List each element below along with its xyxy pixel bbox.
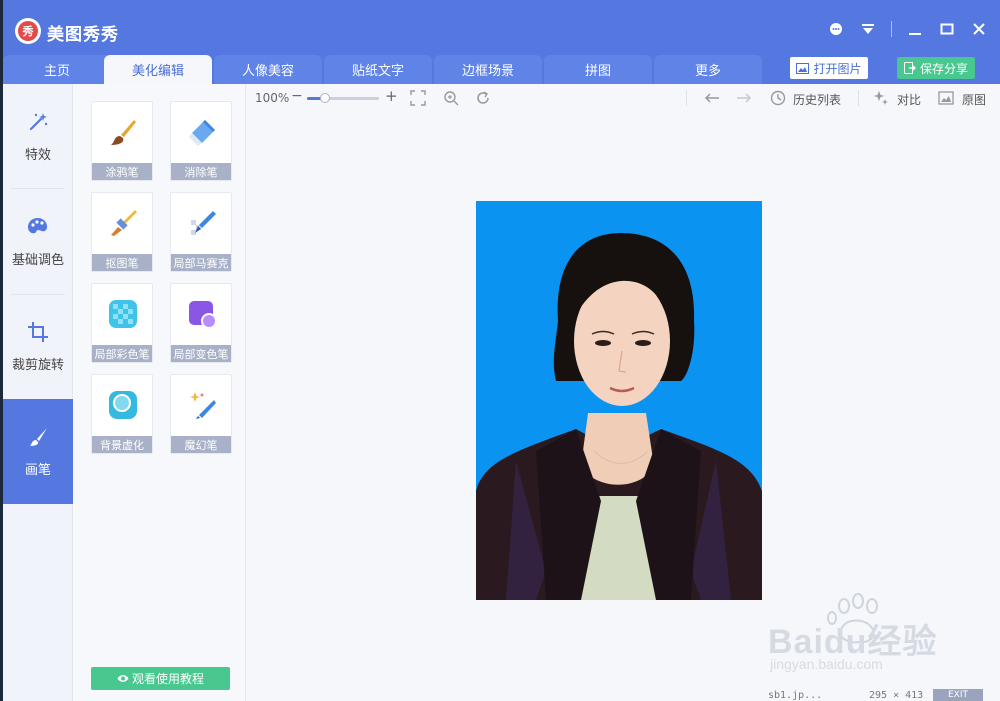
tool-graffiti-pen[interactable]: 涂鸦笔 (91, 101, 153, 181)
tool-label: 局部变色笔 (171, 345, 231, 362)
tab-more[interactable]: 更多 (654, 55, 762, 84)
zoom-in-icon[interactable]: + (385, 87, 398, 105)
color-change-icon (187, 299, 217, 329)
image-size: 295 × 413 (869, 690, 924, 701)
blur-bg-icon (108, 390, 138, 420)
portrait-photo (476, 201, 762, 600)
tab-portrait[interactable]: 人像美容 (214, 55, 322, 84)
tool-label: 背景虚化 (92, 436, 152, 453)
maximize-icon[interactable] (938, 20, 956, 38)
app-title: 美图秀秀 (47, 25, 119, 45)
divider (891, 21, 892, 37)
main-tabs: 主页 美化编辑 人像美容 贴纸文字 边框场景 拼图 更多 打开图片 保存分享 (3, 52, 1000, 84)
fit-screen-icon[interactable] (410, 90, 426, 106)
tool-label: 消除笔 (171, 163, 231, 180)
canvas-toolbar: 100% − + 历史列表 对比 原图 (246, 84, 1000, 112)
close-icon[interactable] (970, 20, 988, 38)
nav-brush-label: 画笔 (24, 463, 51, 478)
tab-beautify-edit[interactable]: 美化编辑 (104, 55, 212, 84)
image-icon (796, 62, 810, 74)
chat-icon[interactable] (827, 20, 845, 38)
nav-crop-rotate[interactable]: 裁剪旋转 (3, 294, 73, 399)
nav-effects-label: 特效 (24, 148, 51, 163)
tutorial-label: 观看使用教程 (131, 672, 204, 686)
nav-basic-color[interactable]: 基础调色 (3, 189, 73, 294)
color-checker-icon (108, 299, 138, 329)
export-icon (903, 62, 916, 74)
title-bar[interactable]: 秀 美图秀秀 (3, 0, 1000, 52)
magic-wand-icon (26, 110, 50, 134)
compare-icon[interactable] (873, 90, 889, 106)
cutout-brush-icon (108, 208, 138, 238)
tool-background-blur[interactable]: 背景虚化 (91, 374, 153, 454)
nav-effects[interactable]: 特效 (3, 84, 73, 189)
redo-icon[interactable] (736, 90, 752, 106)
rotate-icon[interactable] (475, 90, 491, 106)
tab-frames-scenes[interactable]: 边框场景 (434, 55, 542, 84)
zoom-slider-knob[interactable] (320, 93, 330, 103)
palette-icon (26, 215, 50, 239)
zoom-out-icon[interactable]: − (291, 88, 303, 104)
history-list-button[interactable]: 历史列表 (793, 91, 841, 108)
crop-icon (26, 320, 50, 344)
tool-magic-pen[interactable]: 魔幻笔 (170, 374, 232, 454)
nav-crop-rotate-label: 裁剪旋转 (11, 358, 64, 373)
tool-label: 抠图笔 (92, 254, 152, 271)
brush-icon (26, 425, 50, 449)
history-icon[interactable] (770, 90, 786, 106)
original-image-icon[interactable] (938, 90, 954, 106)
tab-stickers-text[interactable]: 贴纸文字 (324, 55, 432, 84)
tab-home[interactable]: 主页 (3, 55, 111, 84)
zoom-level: 100% (255, 91, 290, 105)
watch-tutorial-button[interactable]: 观看使用教程 (91, 667, 230, 690)
mosaic-pen-icon (187, 208, 217, 238)
tool-cutout-pen[interactable]: 抠图笔 (91, 192, 153, 272)
divider (858, 90, 859, 106)
paintbrush-icon (108, 117, 138, 147)
baidu-watermark: Baidu经验 jingyan.baidu.com (766, 590, 966, 680)
compare-button[interactable]: 对比 (897, 91, 921, 108)
watermark-url: jingyan.baidu.com (770, 656, 883, 672)
tool-label: 局部马赛克 (171, 254, 231, 271)
open-image-label: 打开图片 (813, 61, 862, 76)
zoom-slider[interactable] (307, 93, 379, 103)
nav-basic-color-label: 基础调色 (11, 253, 64, 268)
exit-button[interactable]: EXIT (933, 689, 983, 701)
tab-collage[interactable]: 拼图 (544, 55, 652, 84)
actual-size-icon[interactable] (443, 90, 459, 106)
eraser-icon (187, 117, 217, 147)
original-image-button[interactable]: 原图 (962, 91, 986, 108)
left-nav: 特效 基础调色 裁剪旋转 画笔 (3, 84, 73, 701)
tool-mosaic-pen[interactable]: 局部马赛克 (170, 192, 232, 272)
tool-panel: 涂鸦笔 消除笔 抠图笔 局部马赛克 局部彩色笔 局部变色笔 背景虚化 魔幻笔 观… (73, 84, 246, 701)
undo-icon[interactable] (704, 90, 720, 106)
file-name: sb1.jp... (768, 690, 823, 701)
save-share-label: 保存分享 (919, 61, 968, 76)
app-logo: 秀 (15, 18, 41, 44)
tool-label: 魔幻笔 (171, 436, 231, 453)
photo-canvas[interactable] (476, 201, 762, 600)
save-share-button[interactable]: 保存分享 (897, 57, 975, 79)
divider (686, 90, 687, 106)
minimize-icon[interactable] (906, 20, 924, 38)
open-image-button[interactable]: 打开图片 (790, 57, 868, 79)
magic-pen-icon (187, 390, 217, 420)
nav-brush[interactable]: 画笔 (3, 399, 73, 504)
app-window: 秀 美图秀秀 主页 美化编辑 人像美容 贴纸文字 边框场景 拼图 更多 打开图片… (3, 0, 1000, 701)
tool-eraser-pen[interactable]: 消除笔 (170, 101, 232, 181)
eye-icon (117, 675, 129, 682)
tool-label: 涂鸦笔 (92, 163, 152, 180)
tool-label: 局部彩色笔 (92, 345, 152, 362)
tool-local-color-pen[interactable]: 局部彩色笔 (91, 283, 153, 363)
dropdown-icon[interactable] (859, 20, 877, 38)
tool-local-recolor-pen[interactable]: 局部变色笔 (170, 283, 232, 363)
